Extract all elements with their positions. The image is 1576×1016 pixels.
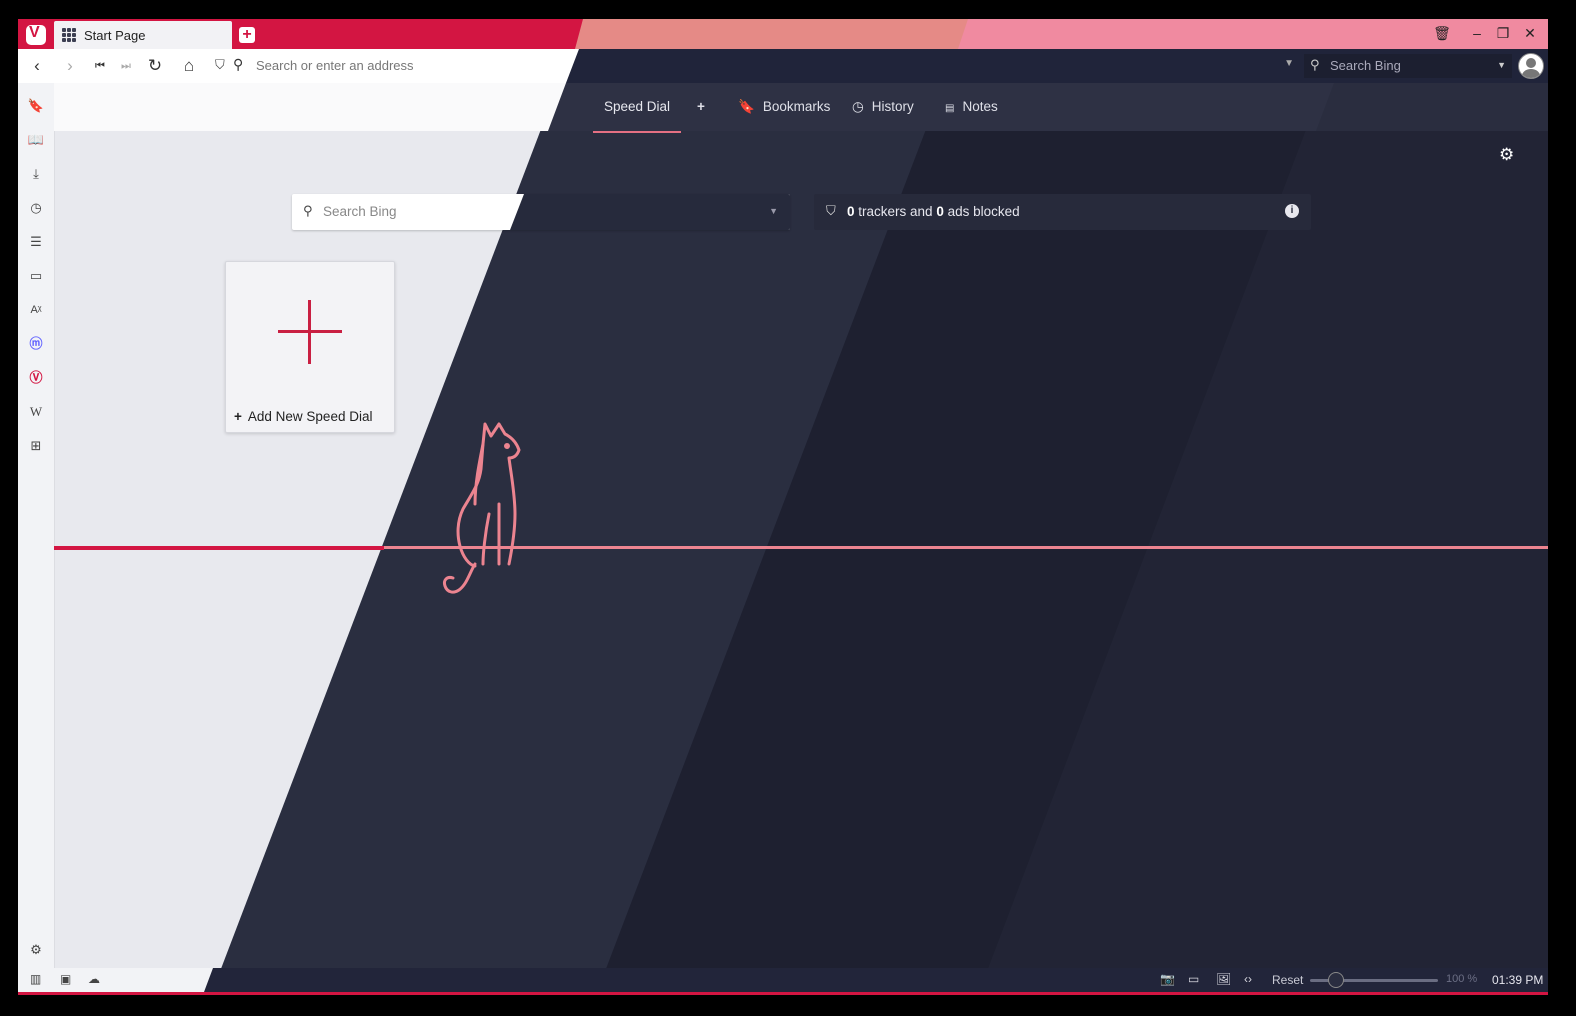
mastodon-icon[interactable]: ⓜ: [27, 335, 45, 353]
chevron-down-icon[interactable]: ▼: [1284, 58, 1294, 69]
tab-bookmarks[interactable]: 🔖 Bookmarks: [738, 99, 830, 115]
add-speed-dial-tile[interactable]: + Add New Speed Dial: [225, 261, 395, 433]
reading-list-icon[interactable]: 📖: [27, 131, 45, 149]
status-bar: ▥ ▣ ☁ 📷 ▭ 🖼 ‹› Reset 100 % 01:39 PM: [18, 968, 1548, 992]
page-actions-icon[interactable]: ‹›: [1244, 972, 1252, 986]
home-icon[interactable]: ⌂: [180, 57, 198, 75]
url-placeholder: Search or enter an address: [256, 58, 414, 73]
back-icon[interactable]: ‹: [28, 57, 46, 75]
image-toggle-icon[interactable]: 🖼: [1216, 972, 1231, 986]
reload-icon[interactable]: ↻: [146, 57, 164, 75]
add-panel-icon[interactable]: ⊞: [27, 437, 45, 455]
restore-button[interactable]: ❐: [1494, 25, 1512, 42]
zoom-level: 100 %: [1446, 973, 1478, 985]
info-icon[interactable]: i: [1285, 204, 1299, 218]
address-bar: ‹ › ⏮ ⏭ ↻ ⌂ ⛉ ⚲ Search or enter an addre…: [18, 49, 1548, 83]
cat-illustration: [443, 422, 521, 594]
search-placeholder: Search Bing: [1330, 58, 1401, 73]
add-speed-dial-group-button[interactable]: +: [697, 99, 705, 114]
new-tab-button[interactable]: +: [239, 27, 255, 43]
gear-icon[interactable]: ⚙: [1499, 145, 1514, 165]
search-icon: ⚲: [233, 56, 244, 72]
close-button[interactable]: ✕: [1521, 25, 1539, 42]
trash-icon[interactable]: 🗑: [1433, 25, 1451, 42]
camera-icon[interactable]: 📷: [1160, 972, 1175, 986]
tab-history[interactable]: ◷ History: [852, 99, 914, 115]
forward-icon[interactable]: ›: [61, 57, 79, 75]
notes-icon: ▤: [945, 103, 955, 114]
wikipedia-icon[interactable]: W: [27, 403, 45, 421]
tab-title: Start Page: [84, 28, 146, 43]
tracker-blocker-status: ⛉ 0 trackers and 0 ads blocked i: [814, 194, 1311, 230]
window-border-bottom: [18, 992, 1548, 995]
zoom-reset-button[interactable]: Reset: [1272, 973, 1303, 987]
url-field[interactable]: ⛉ ⚲ Search or enter an address ▼: [213, 54, 1298, 78]
vivaldi-menu-icon[interactable]: V: [26, 24, 46, 45]
zoom-slider-handle[interactable]: [1328, 972, 1344, 988]
rewind-icon[interactable]: ⏮: [91, 57, 109, 75]
history-icon[interactable]: ◷: [27, 199, 45, 217]
tab-start-page[interactable]: Start Page: [54, 21, 232, 49]
tracker-text: 0 trackers and 0 ads blocked: [847, 204, 1020, 219]
speed-dial-grid-icon: [62, 28, 76, 42]
panel-sidebar: 🔖 📖 ⤓ ◷ ☰ ▭ Aᵡ ⓜ Ⓥ W ⊞ ⚙: [18, 83, 55, 968]
sync-cloud-icon[interactable]: ☁: [88, 972, 100, 986]
start-page-navigation: Speed Dial + 🔖 Bookmarks ◷ History ▤ Notes: [54, 83, 1548, 131]
chevron-down-icon[interactable]: ▼: [769, 206, 778, 216]
bookmark-icon[interactable]: 🔖: [27, 97, 45, 115]
minimize-button[interactable]: –: [1468, 25, 1486, 41]
active-tab-indicator: [593, 131, 681, 133]
decorative-line-right: [384, 546, 1548, 549]
bookmark-icon: 🔖: [738, 99, 755, 114]
tab-tiling-icon[interactable]: ▣: [60, 972, 71, 986]
chevron-down-icon[interactable]: ▼: [1497, 60, 1506, 70]
tab-notes-label: Notes: [962, 99, 998, 114]
page-tiling-icon[interactable]: ▭: [1188, 972, 1199, 986]
start-page-search-input[interactable]: ⚲ Search Bing ▼: [292, 194, 790, 230]
browser-window: V Start Page + 🗑 – ❐ ✕ ‹ › ⏮ ⏭ ↻ ⌂ ⛉ ⚲ S…: [18, 19, 1548, 995]
vivaldi-icon[interactable]: Ⓥ: [27, 369, 45, 387]
tab-speed-dial[interactable]: Speed Dial: [604, 99, 670, 114]
download-icon[interactable]: ⤓: [27, 165, 45, 183]
search-icon: ⚲: [1310, 57, 1320, 72]
window-icon[interactable]: ▭: [27, 267, 45, 285]
search-icon: ⚲: [303, 203, 313, 218]
tab-history-label: History: [871, 99, 914, 114]
panel-toggle-icon[interactable]: ▥: [30, 972, 41, 986]
search-engine-field[interactable]: ⚲ Search Bing ▼: [1304, 54, 1512, 78]
history-icon: ◷: [852, 99, 864, 114]
tab-notes[interactable]: ▤ Notes: [945, 99, 998, 114]
translate-icon[interactable]: Aᵡ: [27, 301, 45, 319]
fast-forward-icon[interactable]: ⏭: [117, 57, 135, 75]
settings-icon[interactable]: ⚙: [27, 941, 45, 959]
shield-icon[interactable]: ⛉: [215, 57, 225, 73]
decorative-line: [54, 546, 384, 550]
clock: 01:39 PM: [1492, 973, 1544, 987]
add-speed-dial-label: + Add New Speed Dial: [234, 409, 373, 424]
title-bar: V Start Page + 🗑 – ❐ ✕: [18, 19, 1548, 49]
tab-bookmarks-label: Bookmarks: [762, 99, 831, 114]
shield-icon: ⛉: [826, 203, 836, 218]
search-placeholder: Search Bing: [323, 204, 397, 219]
profile-avatar[interactable]: [1518, 53, 1544, 79]
notes-icon[interactable]: ☰: [27, 233, 45, 251]
